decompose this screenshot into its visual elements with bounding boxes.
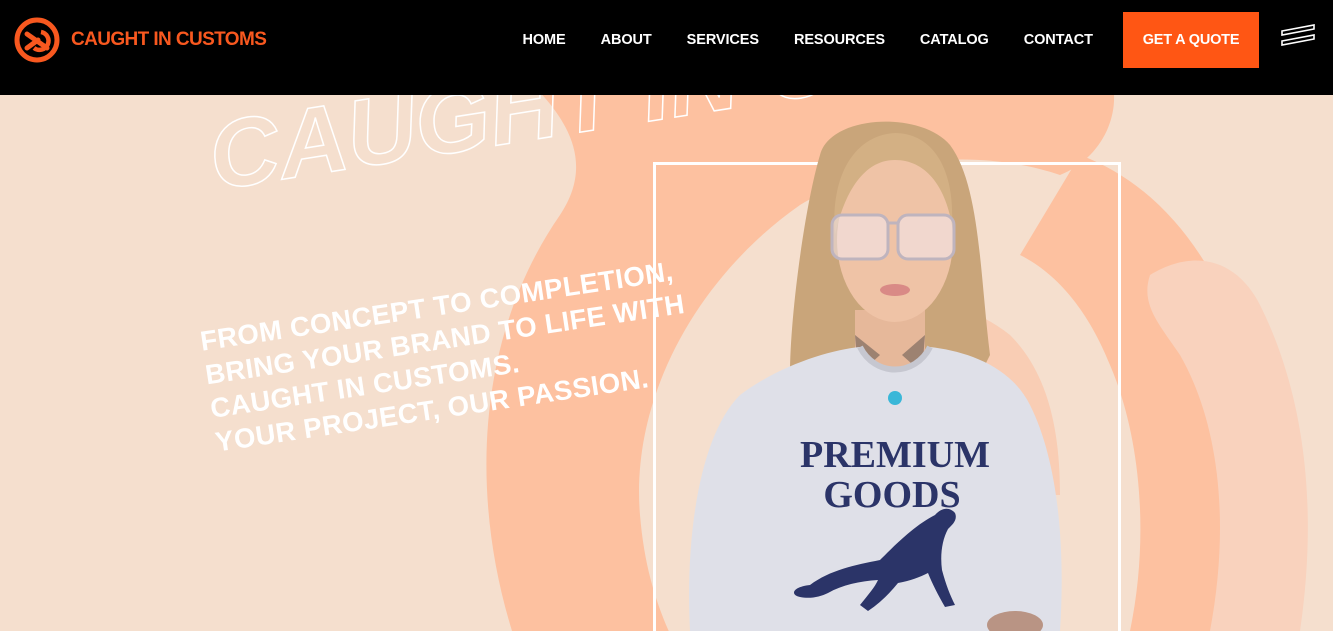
menu-button[interactable]	[1279, 22, 1317, 52]
nav-home[interactable]: HOME	[505, 32, 583, 48]
page: CAUGHT IN CUSTOMS HOME ABOUT SERVICES RE…	[0, 0, 1333, 631]
nav-services[interactable]: SERVICES	[669, 32, 776, 48]
hero-section: CAUGHT IN CUSTOMS	[0, 95, 1333, 631]
nav-about[interactable]: ABOUT	[583, 32, 669, 48]
ci-monogram-icon	[14, 17, 60, 63]
hamburger-menu-icon	[1281, 24, 1315, 46]
main-nav: HOME ABOUT SERVICES RESOURCES CATALOG CO…	[505, 0, 1110, 80]
site-header: CAUGHT IN CUSTOMS HOME ABOUT SERVICES RE…	[0, 0, 1333, 95]
shirt-print-line1: PREMIUM	[800, 434, 990, 476]
get-a-quote-button[interactable]: GET A QUOTE	[1123, 12, 1259, 68]
shirt-print-line2: GOODS	[823, 474, 960, 516]
nav-catalog[interactable]: CATALOG	[902, 32, 1006, 48]
brand-name: CAUGHT IN CUSTOMS	[71, 29, 267, 50]
logo-link[interactable]: CAUGHT IN CUSTOMS	[14, 17, 267, 63]
nav-resources[interactable]: RESOURCES	[776, 32, 902, 48]
nav-contact[interactable]: CONTACT	[1006, 32, 1110, 48]
